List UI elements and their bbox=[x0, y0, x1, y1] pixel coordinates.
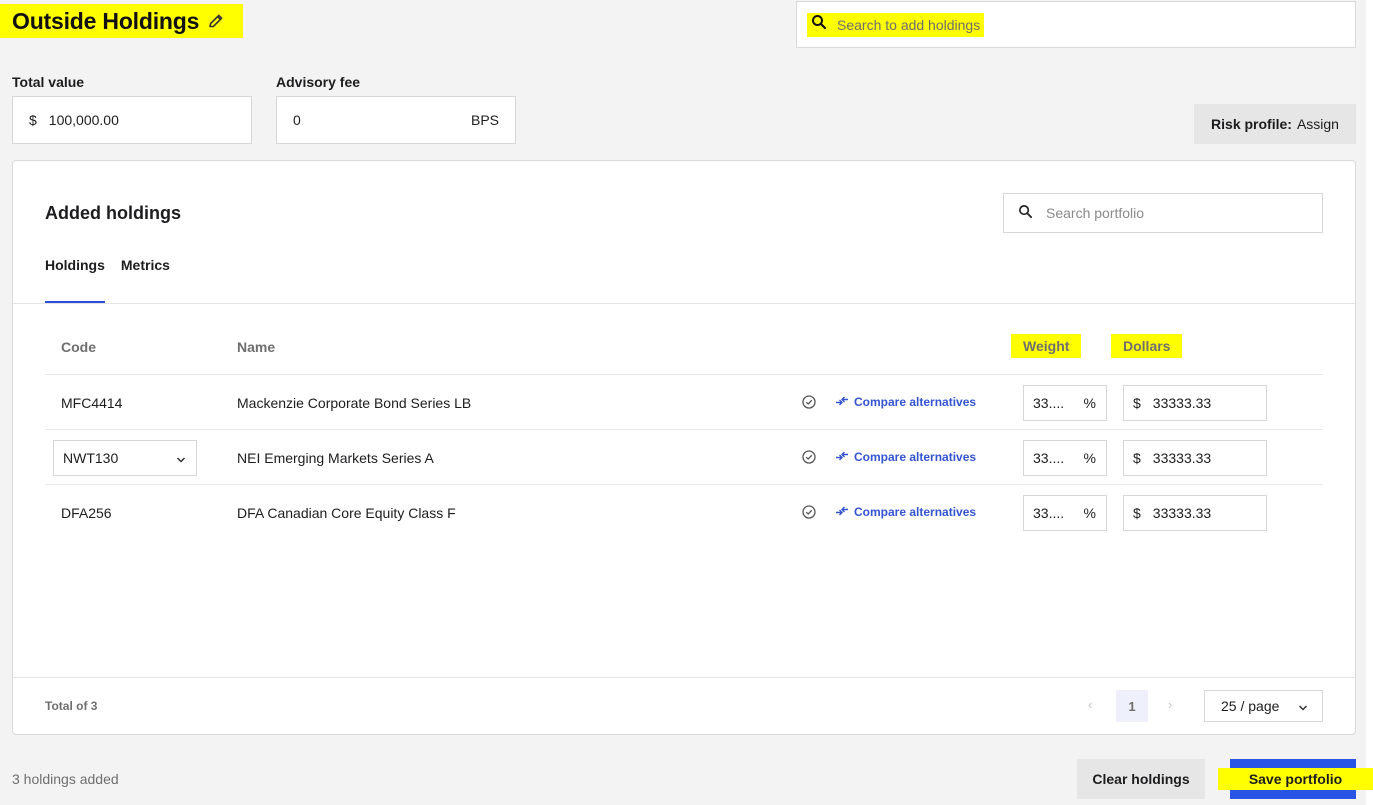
check-circle-icon bbox=[802, 395, 816, 409]
dollars-value: 33333.33 bbox=[1152, 395, 1212, 411]
row-divider bbox=[45, 484, 1323, 485]
compare-alternatives-link-2[interactable]: Compare alternatives bbox=[835, 450, 976, 464]
outside-holdings-page: Outside Holdings Search to add holdings … bbox=[0, 0, 1366, 805]
save-portfolio-button[interactable]: Save portfolio bbox=[1218, 759, 1373, 799]
dollars-value: 33333.33 bbox=[1152, 450, 1212, 466]
tab-holdings[interactable]: Holdings bbox=[45, 257, 105, 303]
card-title: Added holdings bbox=[45, 203, 181, 223]
compare-arrows-icon bbox=[835, 450, 849, 464]
page-size-select[interactable]: 25 / page bbox=[1204, 690, 1323, 722]
portfolio-search-placeholder: Search portfolio bbox=[1046, 205, 1145, 221]
compare-alternatives-link-3[interactable]: Compare alternatives bbox=[835, 505, 976, 519]
code-select-2[interactable]: NWT130 bbox=[53, 440, 197, 476]
add-holdings-search-highlight: Search to add holdings bbox=[807, 12, 985, 37]
column-header-name: Name bbox=[237, 339, 276, 355]
chevron-down-icon bbox=[176, 450, 186, 466]
dollars-value: 33333.33 bbox=[1152, 505, 1212, 521]
row-divider bbox=[45, 429, 1323, 430]
total-count: Total of 3 bbox=[45, 699, 98, 713]
dollars-prefix: $ bbox=[1133, 450, 1141, 466]
save-portfolio-label: Save portfolio bbox=[1218, 768, 1373, 790]
search-icon bbox=[811, 14, 827, 35]
chevron-right-icon[interactable]: › bbox=[1168, 697, 1172, 712]
compare-alternatives-label: Compare alternatives bbox=[854, 395, 977, 409]
page-number-button[interactable]: 1 bbox=[1116, 690, 1148, 722]
add-holdings-search[interactable]: Search to add holdings bbox=[796, 1, 1356, 48]
compare-alternatives-link-1[interactable]: Compare alternatives bbox=[835, 395, 976, 409]
check-circle-icon bbox=[802, 505, 816, 519]
page-title-area: Outside Holdings bbox=[0, 4, 243, 38]
weight-unit: % bbox=[1083, 395, 1096, 411]
total-value-input[interactable]: 100,000.00 bbox=[49, 112, 119, 128]
dollars-input-3[interactable]: $ 33333.33 bbox=[1123, 495, 1267, 531]
risk-profile-value: Assign bbox=[1296, 116, 1339, 132]
add-holdings-search-placeholder: Search to add holdings bbox=[837, 16, 981, 33]
compare-arrows-icon bbox=[835, 505, 849, 519]
tabs-divider bbox=[13, 303, 1355, 304]
page-title: Outside Holdings bbox=[12, 7, 200, 34]
dollars-prefix: $ bbox=[1133, 395, 1141, 411]
dollars-prefix: $ bbox=[1133, 505, 1141, 521]
row-1-code: MFC4414 bbox=[61, 395, 123, 411]
weight-unit: % bbox=[1083, 505, 1096, 521]
check-circle-icon bbox=[802, 450, 816, 464]
compare-arrows-icon bbox=[835, 395, 849, 409]
advisory-fee-label: Advisory fee bbox=[276, 74, 361, 90]
total-value-prefix: $ bbox=[29, 112, 37, 128]
page-size-value: 25 / page bbox=[1221, 698, 1280, 714]
row-3-name: DFA Canadian Core Equity Class F bbox=[237, 505, 456, 521]
header-divider bbox=[45, 374, 1323, 375]
column-header-dollars: Dollars bbox=[1111, 334, 1183, 358]
risk-profile-label: Risk profile: bbox=[1211, 116, 1292, 132]
weight-value: 33.... bbox=[1033, 450, 1065, 466]
weight-value: 33.... bbox=[1033, 395, 1065, 411]
weight-input-2[interactable]: 33.... % bbox=[1023, 440, 1107, 476]
tab-metrics[interactable]: Metrics bbox=[121, 257, 170, 303]
row-2-name: NEI Emerging Markets Series A bbox=[237, 450, 434, 466]
dollars-input-1[interactable]: $ 33333.33 bbox=[1123, 385, 1267, 421]
chevron-down-icon bbox=[1298, 698, 1308, 714]
portfolio-search-input[interactable]: Search portfolio bbox=[1003, 193, 1323, 233]
code-select-value: NWT130 bbox=[63, 450, 119, 466]
row-1-name: Mackenzie Corporate Bond Series LB bbox=[237, 395, 472, 411]
holdings-count: 3 holdings added bbox=[12, 771, 119, 787]
dollars-input-2[interactable]: $ 33333.33 bbox=[1123, 440, 1267, 476]
weight-unit: % bbox=[1083, 450, 1096, 466]
pencil-icon[interactable] bbox=[207, 12, 225, 30]
chevron-left-icon[interactable]: ‹ bbox=[1088, 697, 1092, 712]
footer-divider bbox=[13, 677, 1355, 678]
total-value-field[interactable]: $ 100,000.00 bbox=[12, 96, 252, 144]
tab-bar: Holdings Metrics bbox=[45, 257, 170, 303]
advisory-fee-field[interactable]: 0 BPS bbox=[276, 96, 516, 144]
search-icon bbox=[1018, 204, 1033, 222]
total-value-label: Total value bbox=[12, 74, 85, 90]
added-holdings-card: Added holdings Search portfolio Holdings… bbox=[12, 160, 1356, 735]
clear-holdings-button[interactable]: Clear holdings bbox=[1077, 759, 1205, 799]
compare-alternatives-label: Compare alternatives bbox=[854, 505, 977, 519]
weight-input-1[interactable]: 33.... % bbox=[1023, 385, 1107, 421]
advisory-fee-unit: BPS bbox=[470, 112, 499, 128]
row-3-code: DFA256 bbox=[61, 505, 112, 521]
weight-input-3[interactable]: 33.... % bbox=[1023, 495, 1107, 531]
column-header-code: Code bbox=[61, 339, 96, 355]
compare-alternatives-label: Compare alternatives bbox=[854, 450, 977, 464]
column-header-weight: Weight bbox=[1011, 334, 1082, 358]
weight-value: 33.... bbox=[1033, 505, 1065, 521]
risk-profile-button[interactable]: Risk profile: Assign bbox=[1194, 104, 1356, 144]
advisory-fee-input[interactable]: 0 bbox=[293, 112, 301, 128]
